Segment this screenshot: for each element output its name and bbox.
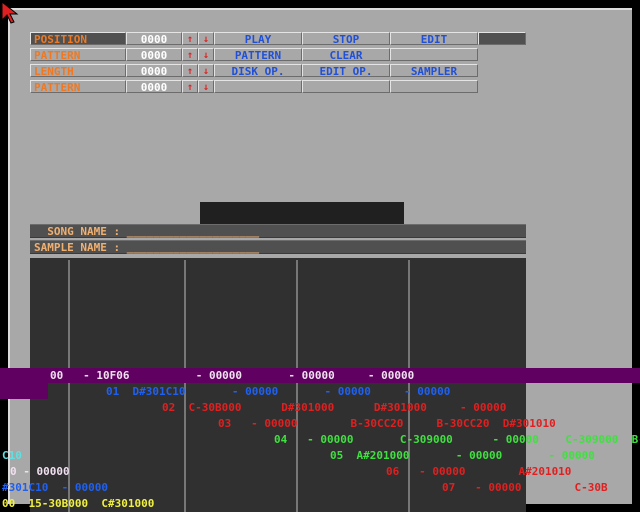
position-value: 0000: [126, 32, 182, 45]
length-label[interactable]: LENGTH: [30, 64, 126, 77]
sample-name-field[interactable]: SAMPLE NAME : ____________________: [30, 240, 526, 254]
pattern-label-2[interactable]: PATTERN: [30, 80, 126, 93]
pattern-row: 06 - 00000 A#201010: [386, 465, 572, 478]
length-value: 0000: [126, 64, 182, 77]
position-down-arrow-icon[interactable]: ↓: [198, 32, 214, 45]
clear-button[interactable]: CLEAR: [302, 48, 390, 61]
pattern-row: 07 - 00000 C-30B: [442, 481, 608, 494]
pattern-row: 05 A#201000 - 00000 - 00000: [330, 449, 595, 462]
pattern-row: C10: [2, 449, 22, 462]
length-down-arrow-icon[interactable]: ↓: [198, 64, 214, 77]
pattern-label[interactable]: PATTERN: [30, 48, 126, 61]
pattern-value: 0000: [126, 48, 182, 61]
screen: POSITION 0000 ↑ ↓ PATTERN 0000 ↑ ↓ LENGT…: [0, 0, 640, 512]
pattern-row: 00 15-30B000 C#301000: [2, 497, 155, 510]
blank-button-4[interactable]: [390, 80, 478, 93]
pattern-row: 0 - 00000: [10, 465, 70, 478]
blank-button-3[interactable]: [302, 80, 390, 93]
edit-button[interactable]: EDIT: [390, 32, 478, 45]
blank-button-2[interactable]: [214, 80, 302, 93]
pattern2-up-arrow-icon[interactable]: ↑: [182, 80, 198, 93]
row-marker: [0, 383, 48, 399]
stop-button[interactable]: STOP: [302, 32, 390, 45]
song-name-field[interactable]: SONG NAME : ____________________: [30, 224, 526, 238]
play-button[interactable]: PLAY: [214, 32, 302, 45]
position-label[interactable]: POSITION: [30, 32, 126, 45]
pattern-value-2: 0000: [126, 80, 182, 93]
pattern-up-arrow-icon[interactable]: ↑: [182, 48, 198, 61]
disk-op-button[interactable]: DISK OP.: [214, 64, 302, 77]
pattern-row: 03 - 00000 B-30CC20 B-30CC20 D#301010: [218, 417, 556, 430]
pattern-down-arrow-icon[interactable]: ↓: [198, 48, 214, 61]
current-pattern-row: 00 - 10F06 - 00000 - 00000 - 00000: [50, 369, 415, 382]
mouse-pointer-icon: [1, 0, 19, 24]
sampler-button[interactable]: SAMPLER: [390, 64, 478, 77]
empty-slot: [478, 32, 526, 45]
pattern2-down-arrow-icon[interactable]: ↓: [198, 80, 214, 93]
pattern-row: 04 - 00000 C-309000 - 00000 C-309000 B-3…: [274, 433, 640, 446]
position-up-arrow-icon[interactable]: ↑: [182, 32, 198, 45]
visualizer-panel: [200, 202, 404, 224]
pattern-button[interactable]: PATTERN: [214, 48, 302, 61]
pattern-row: #301C10 - 00000: [2, 481, 108, 494]
length-up-arrow-icon[interactable]: ↑: [182, 64, 198, 77]
pattern-row: 02 C-30B000 D#301000 D#301000 - 00000: [162, 401, 507, 414]
pattern-row: 01 D#301C10 - 00000 - 00000 - 00000: [106, 385, 451, 398]
blank-button-1[interactable]: [390, 48, 478, 61]
edit-op-button[interactable]: EDIT OP.: [302, 64, 390, 77]
